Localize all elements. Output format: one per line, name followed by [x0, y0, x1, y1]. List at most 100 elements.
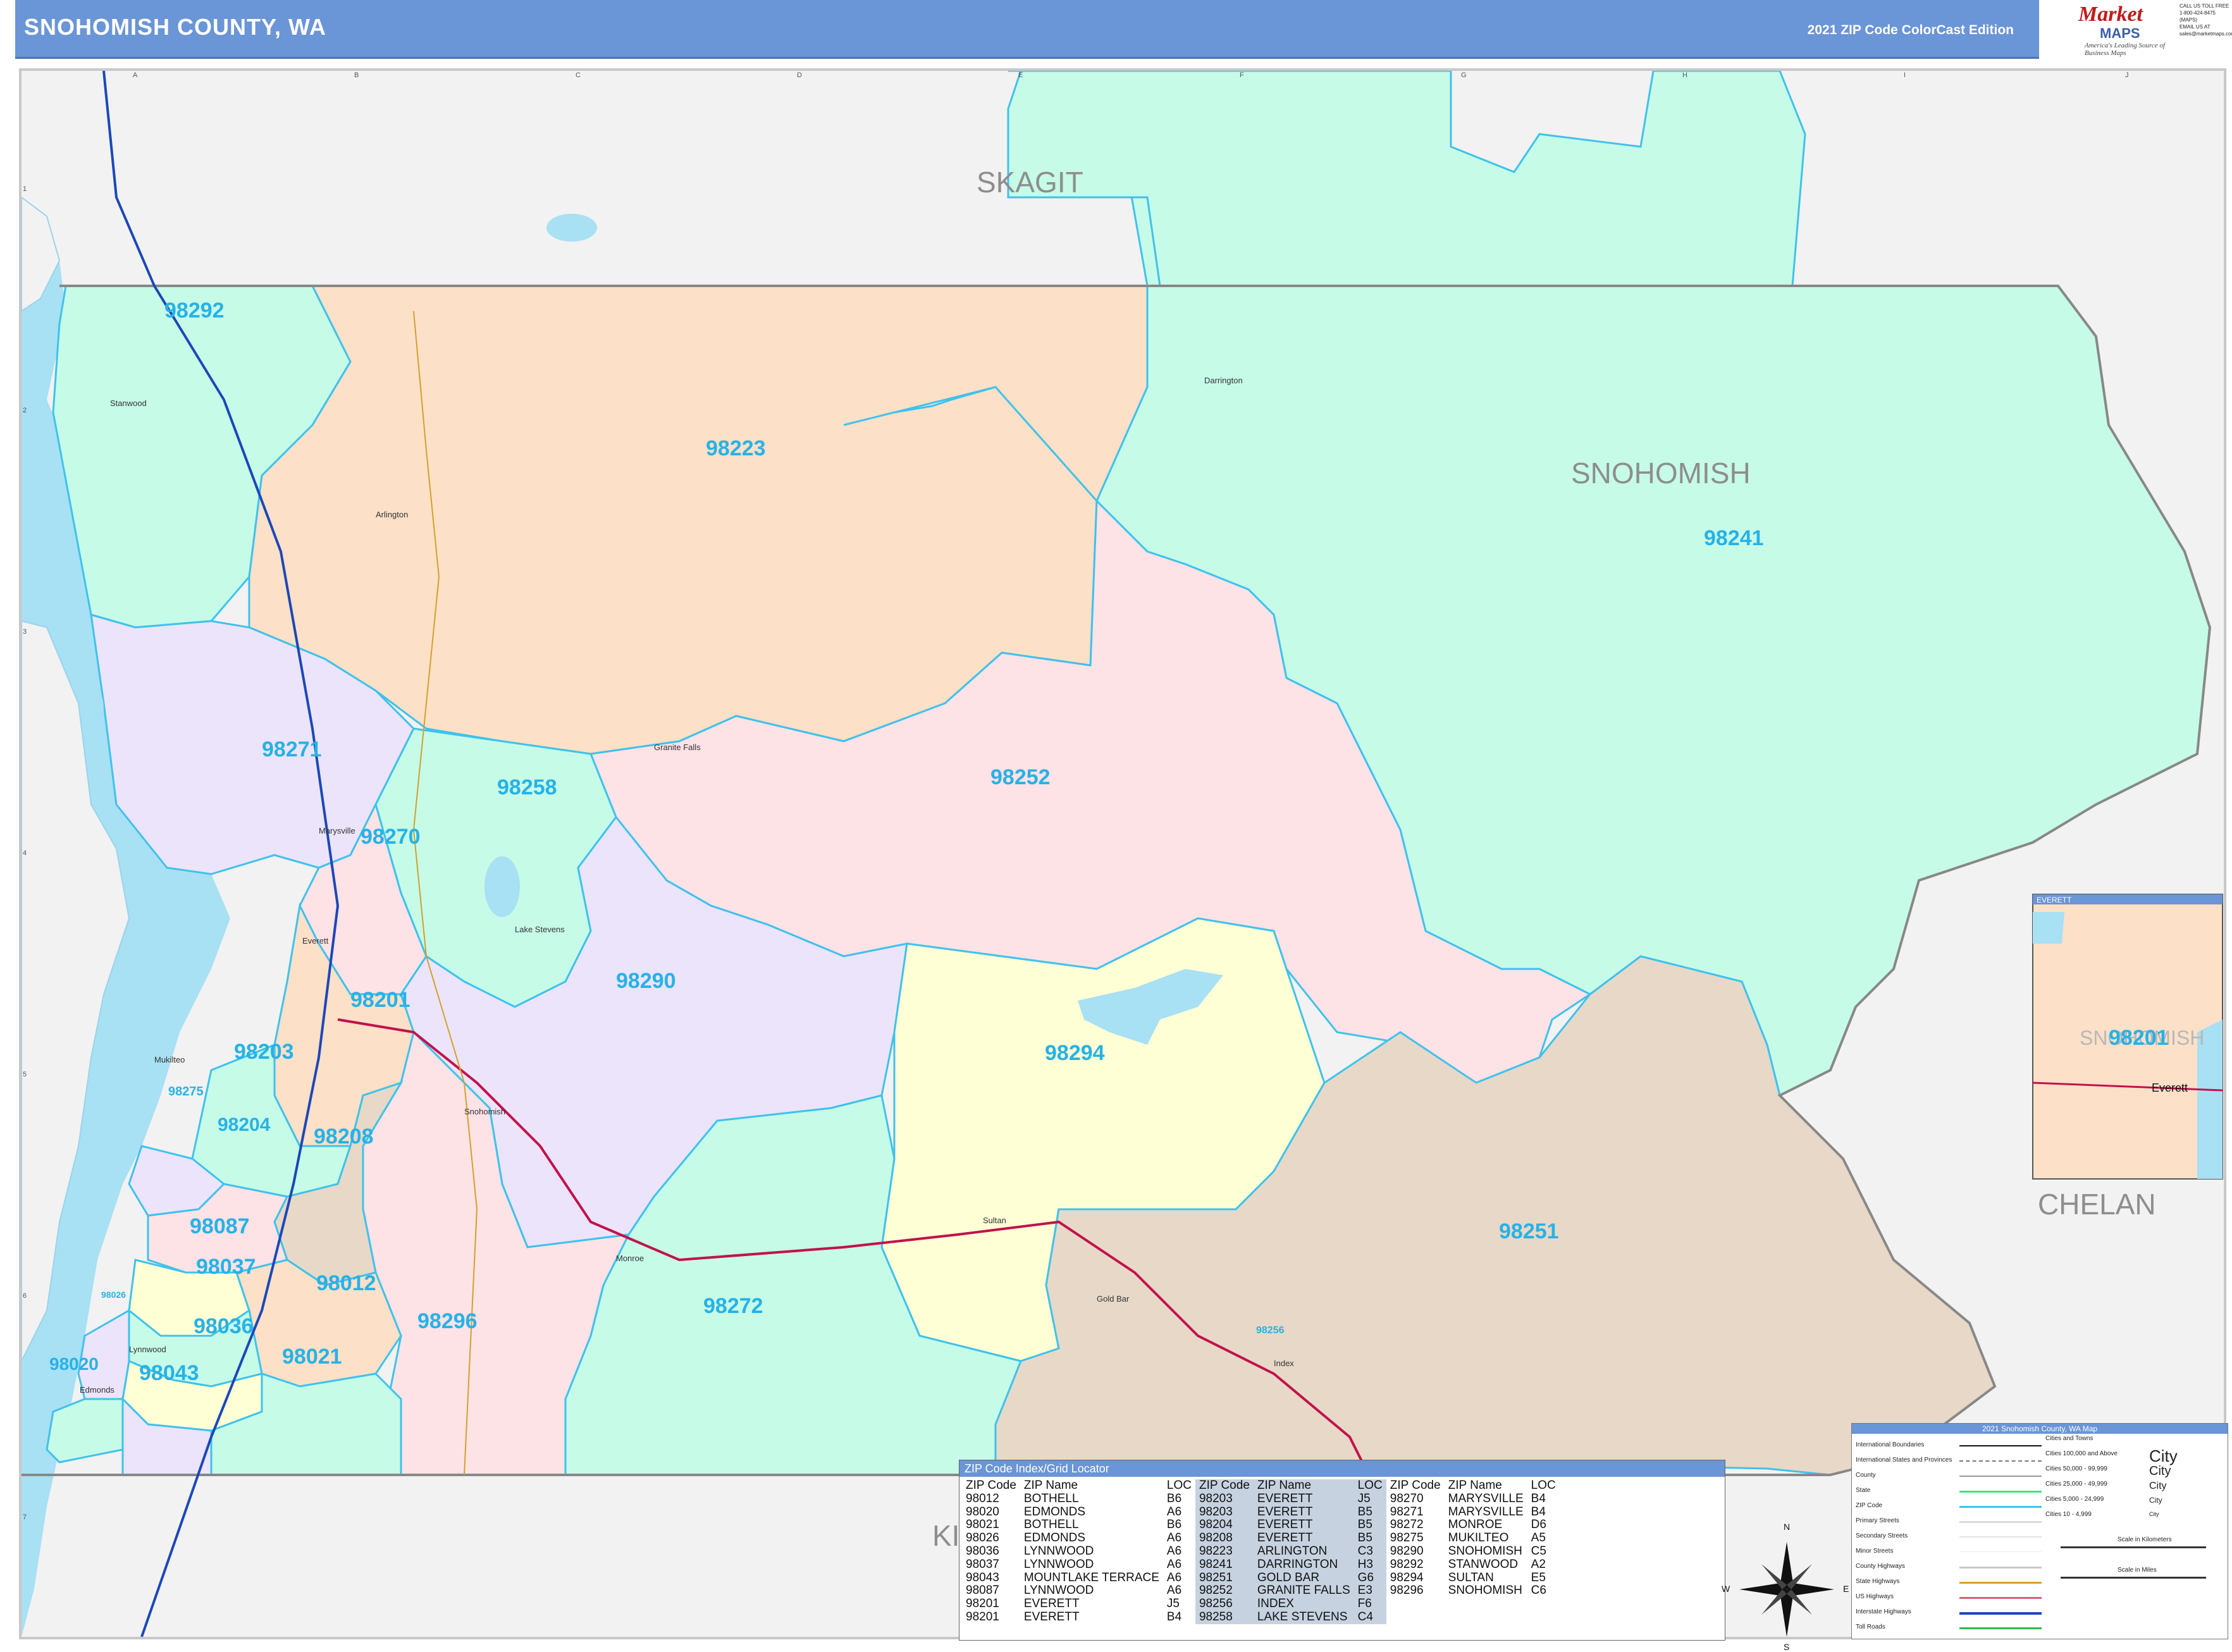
- everett-inset[interactable]: EVERETT SNOHOMISH 98201 Everett: [2032, 894, 2223, 1180]
- zip-code-cell: 98201: [966, 1610, 999, 1624]
- legend-item: International States and Provinces: [1856, 1457, 1952, 1464]
- zip-code-cell: 98271: [1390, 1505, 1424, 1519]
- col-header: ZIP Code: [966, 1479, 1016, 1492]
- header-bar: SNOHOMISH COUNTY, WA 2021 ZIP Code Color…: [15, 0, 2039, 59]
- zip-code-cell: 98026: [966, 1531, 999, 1545]
- legend-line-us-hwy: [1959, 1597, 2042, 1599]
- legend-line-minor: [1959, 1551, 2042, 1552]
- county-label-snohomish: SNOHOMISH: [1571, 457, 1751, 490]
- town-label: Lake Stevens: [515, 925, 565, 934]
- grid-letter: B: [354, 71, 359, 79]
- col-header: ZIP Name: [1253, 1479, 1354, 1493]
- zip-label: 98223: [706, 436, 766, 460]
- legend-item: County Highways: [1856, 1563, 1905, 1570]
- zip-loc-cell: J5: [1353, 1492, 1386, 1506]
- grid-number: 2: [23, 407, 27, 414]
- zip-loc-cell: C4: [1353, 1610, 1386, 1624]
- zip-loc-cell: A6: [1166, 1505, 1182, 1519]
- zip-loc-cell: A6: [1166, 1544, 1182, 1558]
- grid-letter: G: [1461, 71, 1467, 79]
- zip-loc-cell: E3: [1353, 1584, 1386, 1598]
- legend-city-sample: City: [2149, 1496, 2162, 1505]
- zip-loc-cell: B5: [1353, 1505, 1386, 1519]
- contact-line: 1-800-424-8475 (MAPS): [2180, 10, 2216, 23]
- town-label: Arlington: [376, 510, 408, 519]
- legend-item: Primary Streets: [1856, 1517, 1899, 1524]
- legend-pop-item: Cities 10 - 4,999: [2045, 1511, 2092, 1518]
- legend-pop-item: Cities 100,000 and Above: [2045, 1450, 2118, 1457]
- lake-stevens: [484, 856, 520, 917]
- zip-loc-cell: J5: [1166, 1597, 1180, 1611]
- scale-km-label: Scale in Kilometers: [2118, 1536, 2172, 1543]
- zip-label: 98021: [282, 1345, 342, 1369]
- legend-item: ZIP Code: [1856, 1502, 1883, 1509]
- market-maps-logo[interactable]: Market MAPS America's Leading Source of …: [2059, 0, 2180, 57]
- zip-loc-cell: C5: [1531, 1544, 1546, 1558]
- zip-code-cell: 98020: [966, 1505, 999, 1519]
- county-label-chelan: CHELAN: [2038, 1188, 2156, 1221]
- legend-line-toll: [1959, 1627, 2042, 1629]
- col-header: LOC: [1531, 1479, 1556, 1492]
- legend-title: 2021 Snohomish County, WA Map: [1852, 1424, 2228, 1434]
- zip-loc-cell: E5: [1531, 1570, 1546, 1584]
- zip-code-cell: 98275: [1390, 1531, 1424, 1545]
- legend-line-county: [1959, 1476, 2042, 1477]
- town-label: Everett: [302, 936, 329, 946]
- zip-label: 98296: [417, 1309, 478, 1333]
- inset-city-label: Everett: [2152, 1082, 2188, 1094]
- zip-code-cell: 98021: [966, 1518, 999, 1532]
- zip-index-table: ZIP Code ZIP Name LOC ZIP Code ZIP Name …: [962, 1479, 1560, 1624]
- county-map[interactable]: SKAGIT SNOHOMISH CHELAN KI 98292 98223 9…: [22, 71, 2224, 1637]
- town-label: Stanwood: [110, 398, 147, 408]
- legend-line-interstate: [1959, 1612, 2042, 1615]
- logo-top-text: Market: [2078, 3, 2143, 26]
- zip-label: 98012: [316, 1271, 376, 1295]
- compass-s: S: [1784, 1642, 1790, 1652]
- zip-label: 98037: [196, 1255, 256, 1279]
- legend-pop-item: Cities 25,000 - 49,999: [2045, 1481, 2107, 1488]
- map-title: SNOHOMISH COUNTY, WA: [24, 14, 327, 40]
- zip-name-cell: MUKILTEO: [1448, 1531, 1509, 1545]
- zip-code-index: ZIP Code Index/Grid Locator ZIP Code ZIP…: [959, 1460, 1725, 1641]
- zip-code-cell: 98241: [1195, 1558, 1254, 1572]
- zip-label: 98272: [703, 1294, 763, 1318]
- zip-name-cell: EVERETT: [1253, 1492, 1354, 1506]
- zip-label: 98208: [314, 1125, 374, 1149]
- town-label: Darrington: [1204, 376, 1243, 385]
- zip-label: 98290: [616, 969, 676, 993]
- legend-cities-header: Cities and Towns: [2045, 1435, 2093, 1442]
- zip-code-cell: 98256: [1195, 1597, 1254, 1611]
- town-label: Sultan: [983, 1216, 1006, 1225]
- zip-index-row: 98037 LYNNWOOD A6 98241 DARRINGTON H3 98292 STA…: [962, 1558, 1560, 1572]
- grid-number: 3: [23, 628, 27, 636]
- zip-loc-cell: B4: [1531, 1505, 1546, 1519]
- town-label: Marysville: [319, 826, 355, 835]
- legend-city-sample: City: [2149, 1511, 2159, 1517]
- legend-pop-item: Cities 50,000 - 99,999: [2045, 1465, 2107, 1472]
- zip-name-cell: MARYSVILLE: [1448, 1505, 1524, 1519]
- legend-item: US Highways: [1856, 1593, 1894, 1600]
- col-header: ZIP Name: [1448, 1479, 1502, 1492]
- zip-name-cell: SNOHOMISH: [1448, 1584, 1522, 1598]
- zip-code-cell: 98251: [1195, 1571, 1254, 1585]
- compass-e: E: [1843, 1584, 1849, 1594]
- zip-code-cell: 98012: [966, 1491, 999, 1505]
- zip-label: 98036: [194, 1314, 254, 1338]
- legend-line-county-hwy: [1959, 1567, 2042, 1569]
- county-label-skagit: SKAGIT: [977, 166, 1083, 199]
- zip-name-cell: ARLINGTON: [1253, 1544, 1354, 1558]
- grid-number: 4: [23, 849, 27, 857]
- zip-code-cell: 98203: [1195, 1505, 1254, 1519]
- zip-name-cell: EVERETT: [1253, 1519, 1354, 1532]
- grid-number: 5: [23, 1071, 27, 1078]
- grid-letter: A: [133, 71, 138, 79]
- zip-loc-cell: F6: [1353, 1597, 1386, 1611]
- col-header: ZIP Code: [1195, 1479, 1254, 1493]
- zip-index-row: 98020 EDMONDS A6 98203 EVERETT B5 98271 MARYSVI…: [962, 1505, 1560, 1519]
- zip-loc-cell: B4: [1166, 1610, 1182, 1624]
- town-label: Granite Falls: [654, 743, 701, 752]
- legend-pop-item: Cities 5,000 - 24,999: [2045, 1496, 2104, 1503]
- town-label: Gold Bar: [1097, 1294, 1130, 1304]
- town-label: Index: [1274, 1359, 1294, 1368]
- zip-name-cell: SNOHOMISH: [1448, 1544, 1522, 1558]
